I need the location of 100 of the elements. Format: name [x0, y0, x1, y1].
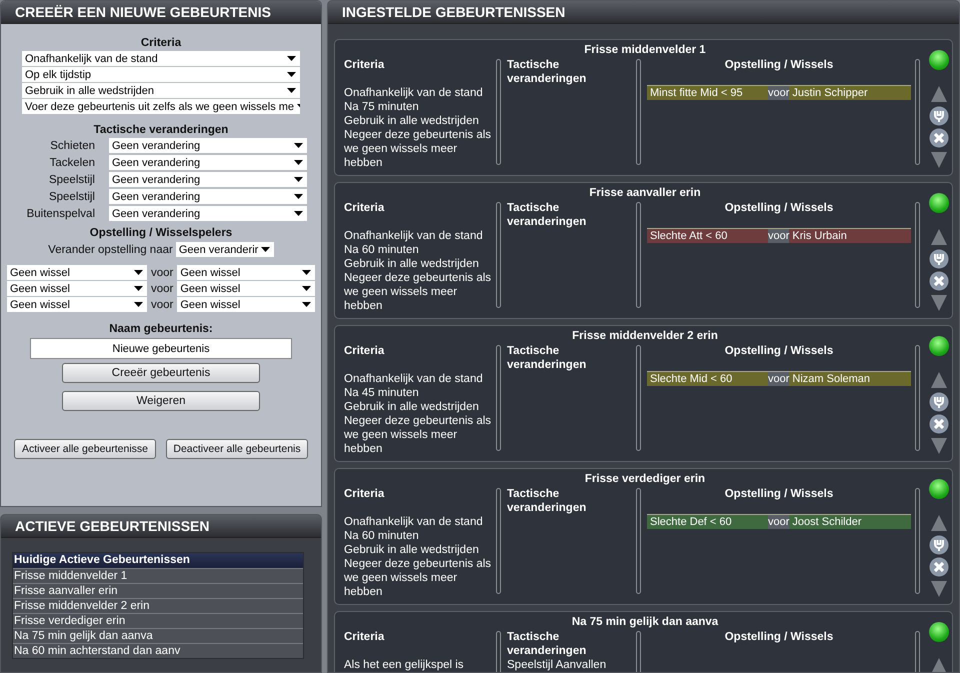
- voor-label: voor: [768, 515, 790, 529]
- column-heading: Opstelling / Wissels: [724, 201, 834, 216]
- section-heading: Criteria: [140, 36, 182, 51]
- criteria-text: Onafhankelijk van de stand: [344, 229, 484, 243]
- list-item[interactable]: Frisse middenvelder 1: [13, 568, 303, 583]
- list-item[interactable]: Frisse aanvaller erin: [13, 583, 303, 598]
- field-label: Schieten: [49, 140, 96, 152]
- substitution-in: Kris Urbain: [791, 229, 847, 243]
- status-light[interactable]: [929, 622, 949, 642]
- wrench-icon[interactable]: [929, 392, 949, 412]
- caret-icon: [287, 88, 296, 93]
- event-title: Frisse middenvelder 1: [583, 44, 707, 58]
- event-title: Frisse verdediger erin: [584, 473, 706, 487]
- caret-icon: [302, 270, 312, 275]
- criteria-text: Na 75 minuten: [344, 100, 420, 114]
- section-heading: Tactische veranderingen: [94, 123, 228, 138]
- bulk-button[interactable]: Deactiveer alle gebeurtenis: [166, 439, 308, 459]
- substitution-out: Minst fitte Mid < 95: [649, 86, 744, 100]
- criteria-text: Negeer deze gebeurtenis als we geen wissels meer hebben: [344, 414, 492, 456]
- tactic-dropdown[interactable]: Geen verandering: [109, 155, 307, 170]
- criteria-text: Gebruik in alle wedstrijden: [344, 400, 480, 414]
- caret-icon: [294, 194, 303, 199]
- event-title: Na 75 min gelijk dan aanva: [570, 616, 720, 630]
- column-heading: Criteria: [344, 58, 386, 73]
- action-button[interactable]: Weigeren: [62, 391, 260, 411]
- column-heading: Opstelling / Wissels: [724, 630, 834, 645]
- criteria-text: Onafhankelijk van de stand: [344, 86, 484, 100]
- column-heading: Criteria: [344, 344, 386, 359]
- tactic-dropdown[interactable]: Geen verandering: [109, 189, 307, 204]
- list-item[interactable]: Frisse middenvelder 2 erin: [13, 598, 303, 613]
- field-label: Naam gebeurtenis:: [109, 322, 213, 337]
- substitution-out: Slechte Mid < 60: [649, 372, 734, 386]
- caret-icon: [294, 160, 303, 165]
- column-heading: Tactische veranderingen: [507, 58, 588, 86]
- player-dropdown[interactable]: Geen wissel: [7, 281, 147, 296]
- caret-icon: [134, 286, 143, 291]
- criteria-text: Negeer deze gebeurtenis als we geen wissels meer hebben: [344, 128, 492, 170]
- substitution-out: Slechte Def < 60: [649, 515, 733, 529]
- tactic-dropdown[interactable]: Geen verandering: [109, 138, 307, 153]
- criteria-text: Negeer deze gebeurtenis als we geen wissels meer hebben: [344, 557, 492, 599]
- status-light[interactable]: [929, 479, 949, 499]
- criteria-text: Gebruik in alle wedstrijden: [344, 543, 480, 557]
- column-heading: Criteria: [344, 630, 386, 645]
- player-dropdown[interactable]: Geen wissel: [177, 265, 316, 280]
- caret-icon: [134, 302, 143, 307]
- tactic-dropdown[interactable]: Geen verandering: [109, 206, 307, 221]
- panel-header: INGESTELDE GEBEURTENISSEN: [328, 1, 959, 24]
- close-icon[interactable]: [929, 414, 949, 434]
- list-item[interactable]: Frisse verdediger erin: [13, 613, 303, 628]
- wrench-icon[interactable]: [929, 106, 949, 126]
- column-heading: Opstelling / Wissels: [724, 344, 834, 359]
- voor-label: voor: [768, 229, 790, 243]
- player-dropdown[interactable]: Geen wissel: [177, 281, 316, 296]
- criteria-text: Gebruik in alle wedstrijden: [344, 114, 480, 128]
- list-item[interactable]: Na 75 min gelijk dan aanva: [13, 628, 303, 643]
- wrench-icon[interactable]: [929, 249, 949, 269]
- status-light[interactable]: [929, 50, 949, 70]
- up-arrow-icon[interactable]: [929, 656, 949, 672]
- section-heading: Opstelling / Wisselspelers: [90, 226, 232, 241]
- column-heading: Opstelling / Wissels: [724, 487, 834, 502]
- criteria-text: Onafhankelijk van de stand: [344, 372, 484, 386]
- criteria-text: Als het een gelijkspel is: [344, 658, 465, 672]
- criteria-dropdown[interactable]: Op elk tijdstip: [22, 67, 300, 82]
- action-button[interactable]: Creeër gebeurtenis: [62, 363, 260, 383]
- column-heading: Opstelling / Wissels: [724, 58, 834, 73]
- list-item[interactable]: Na 60 min achterstand dan aanv: [13, 643, 303, 658]
- wrench-icon[interactable]: [929, 535, 949, 555]
- player-dropdown[interactable]: Geen wissel: [7, 297, 147, 312]
- caret-icon: [261, 247, 270, 252]
- event-title: Frisse middenvelder 2 erin: [571, 330, 719, 344]
- status-light[interactable]: [929, 193, 949, 213]
- player-dropdown[interactable]: Geen wissel: [177, 297, 316, 312]
- criteria-dropdown[interactable]: Voer deze gebeurtenis uit zelfs als we geen wissels me: [22, 99, 300, 114]
- event-title: Frisse aanvaller erin: [588, 187, 702, 201]
- close-icon[interactable]: [929, 557, 949, 577]
- caret-icon: [134, 270, 143, 275]
- player-dropdown[interactable]: Geen wissel: [7, 265, 147, 280]
- caret-icon: [294, 143, 303, 148]
- caret-icon: [302, 302, 312, 307]
- formation-dropdown[interactable]: Geen veranderir: [176, 242, 274, 257]
- criteria-text: Na 60 minuten: [344, 243, 420, 257]
- tactic-dropdown[interactable]: Geen verandering: [109, 172, 307, 187]
- close-icon[interactable]: [929, 128, 949, 148]
- column-heading: Tactische veranderingen: [507, 487, 588, 515]
- field-label: Buitenspelval: [26, 208, 96, 220]
- criteria-dropdown[interactable]: Onafhankelijk van de stand: [22, 51, 300, 66]
- name-field[interactable]: Nieuwe gebeurtenis: [30, 338, 292, 359]
- voor-label: voor: [151, 283, 174, 295]
- criteria-text: Gebruik in alle wedstrijden: [344, 257, 480, 271]
- voor-label: voor: [768, 86, 790, 100]
- substitution-out: Slechte Att < 60: [649, 229, 728, 243]
- column-heading: Criteria: [344, 487, 386, 502]
- field-label: Tackelen: [48, 157, 96, 169]
- status-light[interactable]: [929, 336, 949, 356]
- close-icon[interactable]: [929, 271, 949, 291]
- criteria-text: Na 60 minuten: [344, 529, 420, 543]
- voor-label: voor: [151, 299, 174, 311]
- criteria-dropdown[interactable]: Gebruik in alle wedstrijden: [22, 83, 300, 98]
- bulk-button[interactable]: Activeer alle gebeurtenisse: [14, 439, 156, 459]
- column-heading: Tactische veranderingen: [507, 201, 588, 229]
